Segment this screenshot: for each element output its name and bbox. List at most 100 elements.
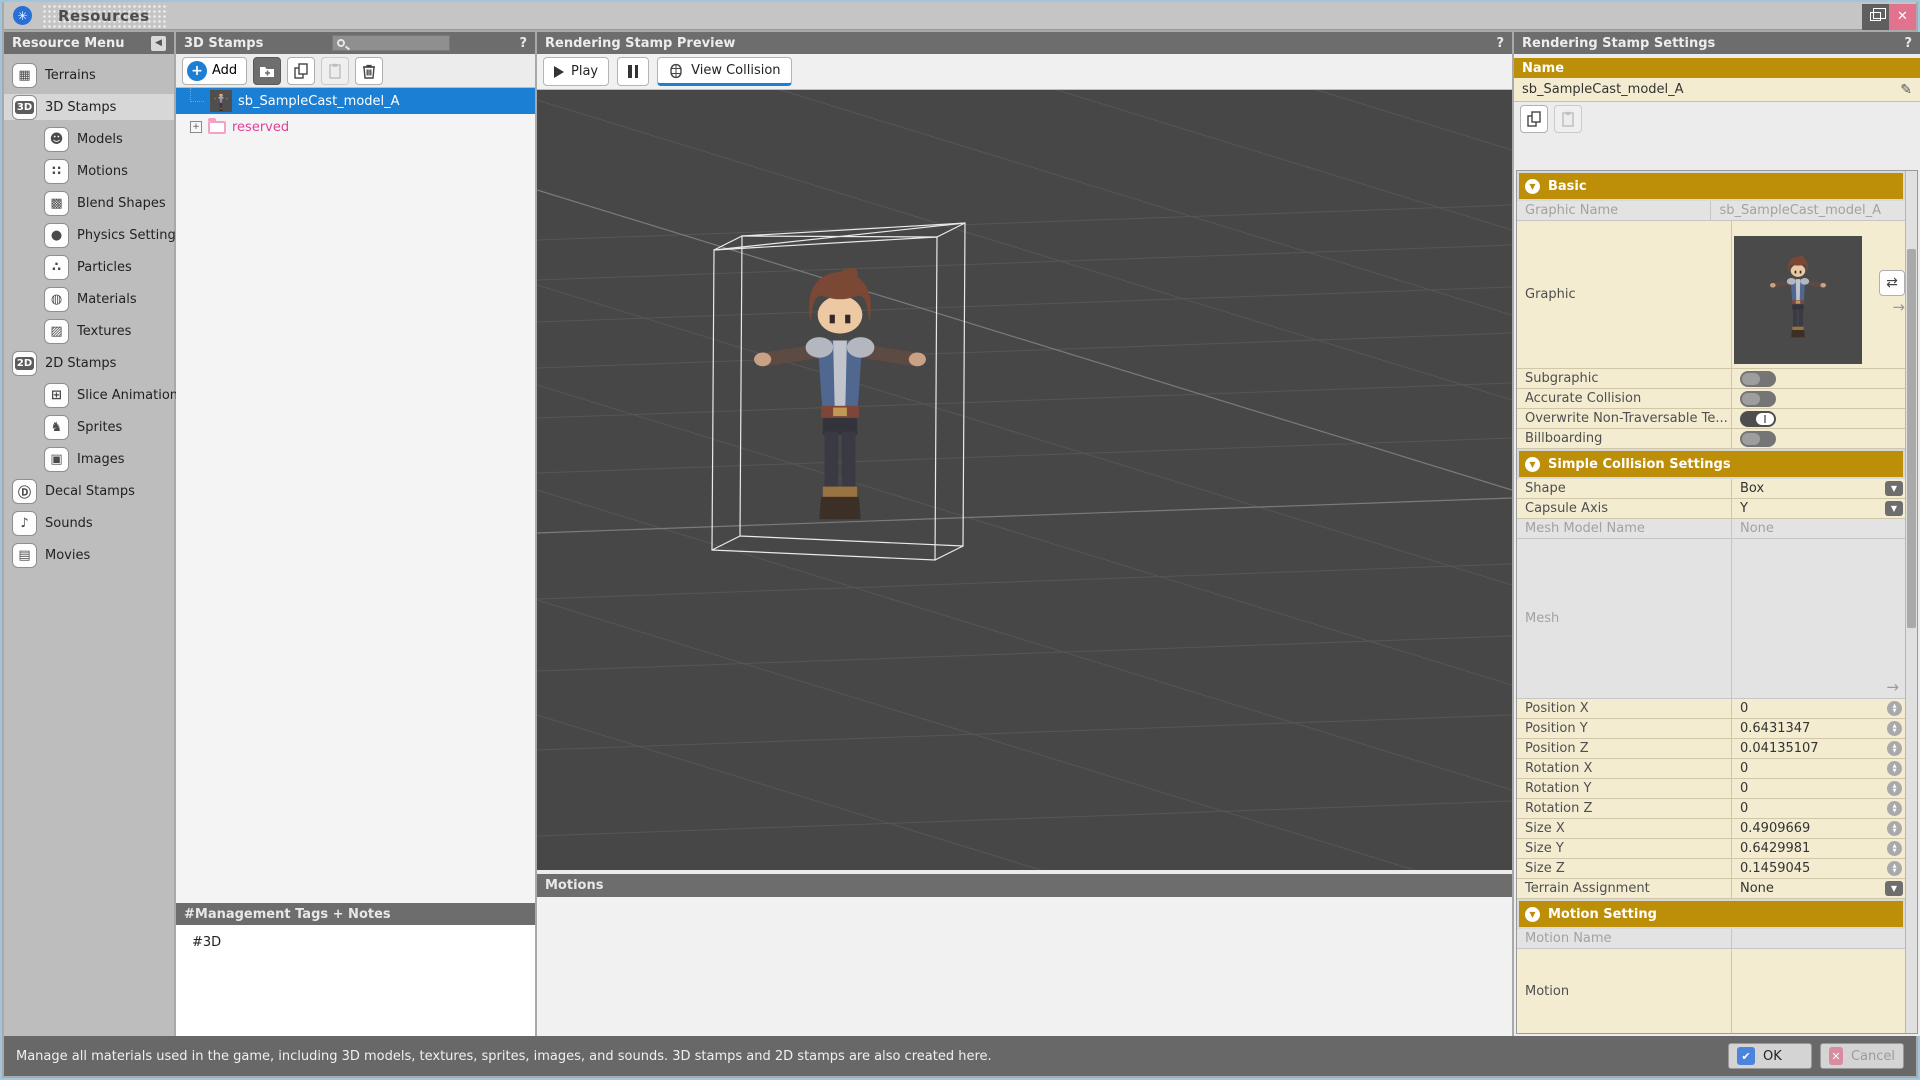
resource-menu-panel: Resource Menu ◀ ▦Terrains 3D3D Stamps ☻M… [4,32,174,1036]
terrain-assignment-select[interactable]: None [1732,879,1905,898]
sidebar-item-images[interactable]: ▣Images [4,446,174,472]
add-button[interactable]: Add [182,57,247,85]
model-thumbnail [210,90,232,112]
sidebar-item-motions[interactable]: ∷Motions [4,158,174,184]
position-y-input[interactable]: 0.6431347 [1732,719,1905,738]
sidebar-item-sprites[interactable]: ♞Sprites [4,414,174,440]
x-icon [1829,1047,1843,1065]
overwrite-nontraversable-row: Overwrite Non-Traversable Te... [1517,409,1905,429]
cancel-button[interactable]: Cancel [1820,1043,1904,1069]
settings-scrollbar[interactable] [1905,171,1917,1033]
spinner-icon[interactable] [1887,841,1902,856]
tree-item-model[interactable]: sb_SampleCast_model_A [176,88,535,114]
spinner-icon[interactable] [1887,761,1902,776]
shape-select[interactable]: Box [1732,479,1905,498]
spinner-icon[interactable] [1887,701,1902,716]
sidebar-item-physics-settings[interactable]: ●Physics Settings [4,222,174,248]
window-close-button[interactable] [1889,4,1916,30]
open-arrow-icon[interactable] [1892,298,1905,316]
paste-settings-button[interactable] [1554,105,1582,133]
sidebar-item-terrains[interactable]: ▦Terrains [4,62,174,88]
graphic-thumbnail[interactable] [1734,236,1862,364]
tree-item-reserved-folder[interactable]: reserved [176,114,535,140]
billboarding-toggle[interactable] [1740,431,1776,447]
help-button[interactable]: ? [1496,36,1504,51]
position-x-input[interactable]: 0 [1732,699,1905,718]
play-button[interactable]: Play [543,57,609,86]
name-field[interactable]: sb_SampleCast_model_A [1514,78,1920,102]
duplicate-button[interactable] [287,57,315,85]
paste-button[interactable] [321,57,349,85]
movies-icon: ▤ [12,543,37,568]
sidebar-item-movies[interactable]: ▤Movies [4,542,174,568]
help-button[interactable]: ? [1904,36,1912,51]
rotation-z-row: Rotation Z 0 [1517,799,1905,819]
view-collision-toggle[interactable]: View Collision [657,57,791,86]
size-x-input[interactable]: 0.4909669 [1732,819,1905,838]
rendering-stamp-preview-panel: Rendering Stamp Preview ? Play View Coll… [537,32,1512,1036]
edit-pencil-icon[interactable] [1900,82,1912,98]
motion-setting-section-header[interactable]: Motion Setting [1519,901,1903,927]
spinner-icon[interactable] [1887,741,1902,756]
capsule-axis-select[interactable]: Y [1732,499,1905,518]
preview-viewport[interactable] [537,90,1512,870]
spinner-icon[interactable] [1887,721,1902,736]
new-folder-button[interactable] [253,57,281,85]
size-z-row: Size Z 0.1459045 [1517,859,1905,879]
sidebar-item-blend-shapes[interactable]: ▩Blend Shapes [4,190,174,216]
copy-settings-button[interactable] [1520,105,1548,133]
rotation-x-input[interactable]: 0 [1732,759,1905,778]
sidebar-item-particles[interactable]: ∴Particles [4,254,174,280]
position-x-row: Position X 0 [1517,699,1905,719]
accurate-collision-toggle[interactable] [1740,391,1776,407]
settings-toolbar [1514,102,1920,136]
delete-button[interactable] [355,57,383,85]
spinner-icon[interactable] [1887,821,1902,836]
sidebar-item-models[interactable]: ☻Models [4,126,174,152]
collision-grid-icon [668,63,684,79]
restore-icon [1870,12,1881,21]
folder-plus-icon [259,63,275,79]
basic-section-header[interactable]: Basic [1519,173,1903,199]
sidebar-item-textures[interactable]: ▨Textures [4,318,174,344]
title-bar[interactable]: Resources [4,2,1916,30]
sidebar-item-3d-stamps[interactable]: 3D3D Stamps [4,94,174,120]
spinner-icon[interactable] [1887,861,1902,876]
2d-stamps-icon: 2D [12,351,37,376]
sidebar-item-slice-animation[interactable]: ⊞Slice Animation [4,382,174,408]
position-z-input[interactable]: 0.04135107 [1732,739,1905,758]
pause-button[interactable] [617,57,649,86]
sidebar-item-materials[interactable]: ◍Materials [4,286,174,312]
rotation-z-input[interactable]: 0 [1732,799,1905,818]
subgraphic-toggle[interactable] [1740,371,1776,387]
spinner-icon[interactable] [1887,801,1902,816]
billboarding-row: Billboarding [1517,429,1905,449]
expand-icon[interactable] [190,121,202,133]
sidebar-item-decal-stamps[interactable]: ⒹDecal Stamps [4,478,174,504]
size-y-input[interactable]: 0.6429981 [1732,839,1905,858]
overwrite-nontraversable-toggle[interactable] [1740,411,1776,427]
dropdown-arrow-icon[interactable] [1885,481,1903,496]
3d-stamps-panel: 3D Stamps ? Add [176,32,535,1036]
rotation-y-input[interactable]: 0 [1732,779,1905,798]
collapse-sidebar-button[interactable]: ◀ [151,36,166,51]
sidebar-item-sounds[interactable]: ♪Sounds [4,510,174,536]
chevron-down-icon [1525,907,1540,922]
management-tags-notes[interactable]: #3D [176,925,535,1036]
ok-button[interactable]: OK [1728,1043,1812,1069]
scrollbar-thumb[interactable] [1907,249,1916,628]
spinner-icon[interactable] [1887,781,1902,796]
search-input[interactable] [332,35,450,51]
simple-collision-section-header[interactable]: Simple Collision Settings [1519,451,1903,477]
motions-panel-body[interactable] [537,897,1512,1036]
3d-stamps-icon: 3D [12,95,37,120]
dropdown-arrow-icon[interactable] [1885,501,1903,516]
sidebar-item-2d-stamps[interactable]: 2D2D Stamps [4,350,174,376]
window-restore-button[interactable] [1862,4,1889,30]
sprites-icon: ♞ [44,415,69,440]
accurate-collision-row: Accurate Collision [1517,389,1905,409]
change-graphic-button[interactable] [1879,270,1905,296]
dropdown-arrow-icon[interactable] [1885,881,1903,896]
size-z-input[interactable]: 0.1459045 [1732,859,1905,878]
help-button[interactable]: ? [519,36,527,51]
